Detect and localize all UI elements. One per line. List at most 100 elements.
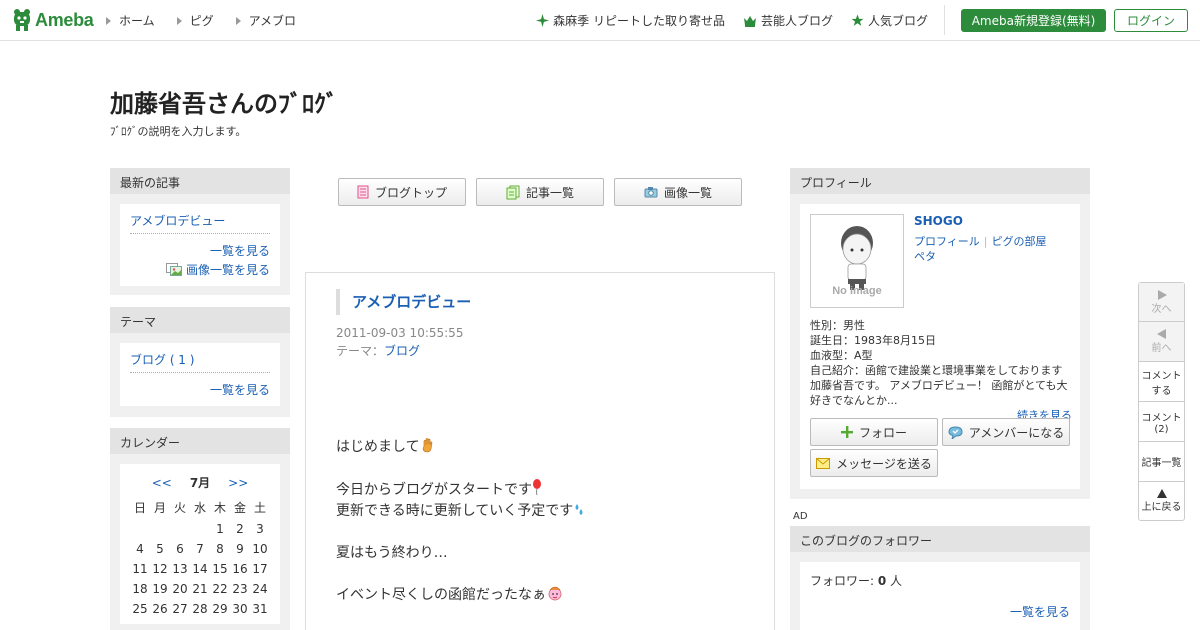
back-to-top-button[interactable]: 上に戻る [1139,482,1184,520]
raised-hand-emoji-icon [422,438,432,453]
profile-blood: 血液型：A型 [810,349,873,362]
comments-count-button[interactable]: コメント (2) [1139,402,1184,442]
blog-top-label: ブログトップ [374,185,447,200]
recent-articles-body: アメブロデビュー 一覧を見る 画像一覧を見る [120,204,280,286]
article-list-nav-label: 記事一覧 [1141,458,1182,469]
image-list-icon [165,263,182,276]
recent-article-link[interactable]: アメブロデビュー [130,212,270,229]
calendar-day: 25 [132,602,148,616]
calendar-day: 7 [196,542,204,556]
image-list-button[interactable]: 画像一覧 [614,178,742,206]
image-list-row[interactable]: 画像一覧を見る [130,261,270,278]
calendar-day: 14 [192,562,208,576]
pigg-room-link[interactable]: ピグの部屋 [992,235,1047,248]
followers-box: このブログのフォロワー フォロワー: 0 人 一覧を見る [790,526,1090,630]
global-nav-right: 森麻季 リピートした取り寄せ品 芸能人ブログ 人気ブログ [518,12,928,29]
calendar-day: 12 [152,562,168,576]
star-icon [851,14,864,26]
prev-entry-button[interactable]: 前へ [1139,322,1184,362]
calendar-day: 24 [252,582,268,596]
theme-body: ブログ ( 1 ) 一覧を見る [120,343,280,406]
peta-link[interactable]: ペタ [914,250,936,263]
nav-popular-link[interactable]: 人気ブログ [851,12,928,29]
amember-button[interactable]: アメンバーになる [942,418,1070,446]
calendar-heading: カレンダー [110,428,290,454]
calendar-month: 7月 [189,476,211,490]
article-line-1: はじめまして [336,439,420,455]
triangle-right-icon [176,16,182,25]
nav-pr-label: 森麻季 リピートした取り寄せ品 [553,14,725,28]
article-theme-link[interactable]: ブログ [384,344,420,358]
calendar-body: << 7月 >> 日月火水木金土 1 2 3 4 5 6 7 8 9 10 11 12 13 14 15 16 1… [120,464,280,624]
article-title[interactable]: アメブロデビュー [336,289,471,315]
nav-celeb-link[interactable]: 芸能人ブログ [743,12,833,29]
blog-description: ﾌﾞﾛｸﾞの説明を入力します。 [110,125,247,138]
calendar-day: 26 [152,602,168,616]
mail-icon [816,457,831,469]
comment-button[interactable]: コメント する [1139,362,1184,402]
prev-entry-label: 前へ [1151,343,1172,354]
calendar-next-link[interactable]: >> [228,476,248,490]
nav-ameblo-label: アメブロ [248,14,297,28]
profile-link[interactable]: プロフィール [914,235,980,248]
nav-pigg-link[interactable]: ピグ [176,12,214,29]
calendar-weekday: 月 [153,501,166,515]
sweat-drops-emoji-icon [575,504,583,515]
calendar-weekday: 水 [193,501,206,515]
calendar-grid: 日月火水木金土 1 2 3 4 5 6 7 8 9 10 11 12 13 14 15 16 17 18 19 20 21… [130,499,270,616]
follower-unit: 人 [886,574,903,588]
nav-pr-link[interactable]: 森麻季 リピートした取り寄せ品 [536,12,725,29]
calendar-prev-link[interactable]: << [152,476,172,490]
article-list-nav-button[interactable]: 記事一覧 [1139,442,1184,482]
blog-title[interactable]: 加藤省吾さんのﾌﾞﾛｸﾞ [110,84,338,119]
next-entry-button[interactable]: 次へ [1139,283,1184,322]
calendar-day: 8 [216,542,224,556]
calendar-day: 1 [216,522,224,536]
register-button[interactable]: Ameba新規登録(無料) [961,9,1106,32]
triangle-left-icon [1156,329,1166,339]
blog-top-button[interactable]: ブログトップ [338,178,466,206]
link-separator: | [983,235,988,248]
floating-side-nav: 次へ 前へ コメント する コメント (2) 記事一覧 上に戻る [1138,282,1185,521]
global-nav-left: ホーム ピグ アメブロ [106,12,318,29]
next-entry-label: 次へ [1151,303,1172,315]
profile-box: プロフィール No image SHOGO プロフィール | ピグの部屋 ペタ 性別… [790,168,1090,499]
article-line-2: 今日からブログがスタートです [336,482,532,498]
back-to-top-label: 上に戻る [1141,502,1182,513]
comment-label-1: コメント [1141,370,1182,382]
follower-label: フォロワー: [810,574,878,588]
followers-body: フォロワー: 0 人 一覧を見る [800,562,1080,630]
theme-link-blog[interactable]: ブログ ( 1 ) [130,351,270,368]
triangle-right-icon [106,16,111,25]
send-message-button[interactable]: メッセージを送る [810,449,938,477]
calendar-day: 30 [232,602,248,616]
calendar-day: 28 [192,602,208,616]
follower-count-row: フォロワー: 0 人 [810,572,1070,589]
recent-articles-heading: 最新の記事 [110,168,290,194]
login-button[interactable]: ログイン [1114,9,1188,32]
no-image-label: No image [832,285,882,297]
article-line-5: イベント尽くしの函館だったなぁ [336,587,546,603]
follow-button[interactable]: フォロー [810,418,938,446]
profile-avatar[interactable]: No image [810,214,904,308]
theme-list-link[interactable]: 一覧を見る [130,381,270,398]
nav-ameblo-link[interactable]: アメブロ [235,12,297,29]
followers-list-link[interactable]: 一覧を見る [810,603,1070,620]
comment-label-2: する [1151,385,1172,397]
calendar-day: 17 [252,562,268,576]
ameba-logo[interactable]: Ameba [12,8,94,32]
comments-label-1: コメント [1141,412,1182,424]
calendar-weekday: 日 [133,501,146,515]
article-date: 2011-09-03 10:55:55 [336,326,464,340]
article-list-button[interactable]: 記事一覧 [476,178,604,206]
calendar-day: 10 [252,542,268,556]
followers-heading: このブログのフォロワー [790,526,1090,552]
nav-home-link[interactable]: ホーム [106,12,155,29]
profile-name[interactable]: SHOGO [914,214,963,228]
calendar-day [170,522,190,536]
calendar-weekday: 金 [233,501,246,515]
calendar-day: 5 [156,542,164,556]
image-list-link[interactable]: 画像一覧を見る [186,263,270,277]
recent-list-link[interactable]: 一覧を見る [130,242,270,259]
calendar-weekday: 木 [213,501,226,515]
